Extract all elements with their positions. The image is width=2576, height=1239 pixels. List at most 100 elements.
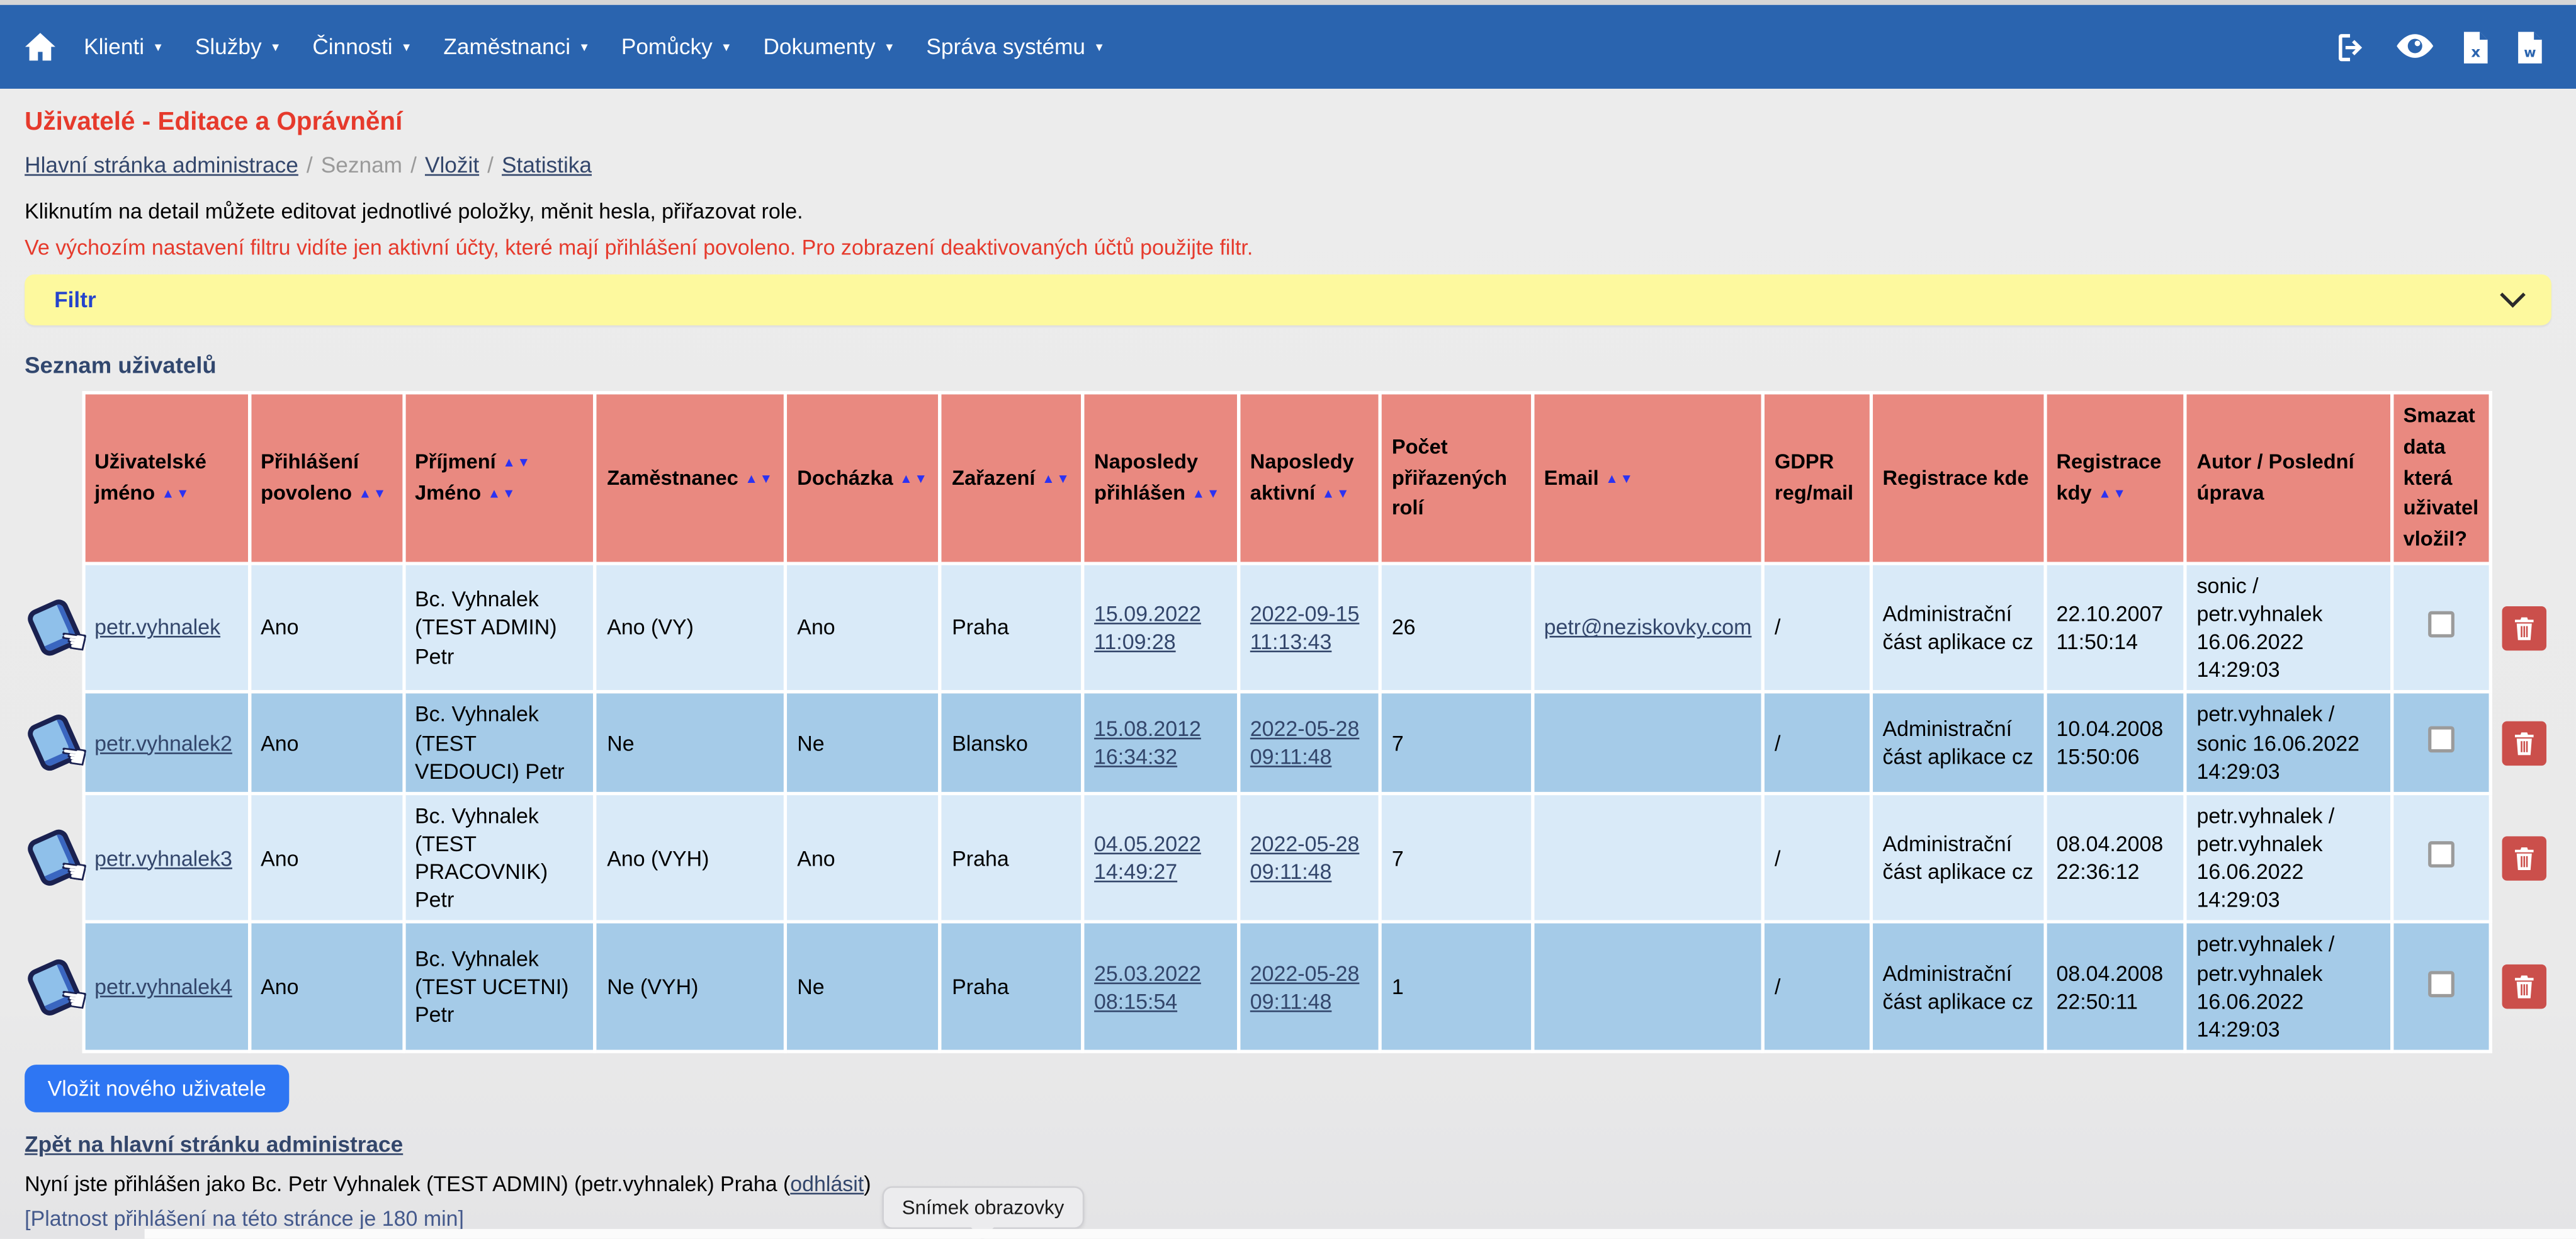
sort-icon[interactable]: ▲▼ [488,486,517,501]
intro-text: Kliknutím na detail můžete editovat jedn… [25,199,2551,223]
hand-cursor-icon: ☚ [58,737,88,778]
breadcrumb-link-vlozit[interactable]: Vložit [425,153,479,178]
cell-employee: Ano (VYH) [596,793,786,922]
sort-icon[interactable]: ▲▼ [502,455,532,470]
cell-registration-when: 22.10.2007 11:50:14 [2045,563,2185,692]
eye-icon[interactable] [2395,32,2435,62]
cell-author: petr.vyhnalek / petr.vyhnalek 16.06.2022… [2185,922,2392,1051]
back-to-admin-link[interactable]: Zpět na hlavní stránku administrace [25,1132,403,1157]
cell-placement: Blansko [941,693,1083,793]
logout-link[interactable]: odhlásit [790,1172,864,1196]
last-active-link[interactable]: 2022-05-28 09:11:48 [1250,716,1360,769]
breadcrumb-link-statistika[interactable]: Statistika [502,153,592,178]
filter-accordion[interactable]: Filtr [25,274,2551,325]
cell-registration-where: Administrační část aplikace cz [1871,922,2045,1051]
col-header-placement: Zařazení▲▼ [941,393,1083,563]
top-edge [0,0,2576,5]
edit-user-icon[interactable]: ☚ [26,596,81,659]
breadcrumb-link-admin-home[interactable]: Hlavní stránka administrace [25,153,298,178]
sort-icon[interactable]: ▲▼ [162,486,191,501]
cell-author: sonic / petr.vyhnalek 16.06.2022 14:29:0… [2185,563,2392,692]
nav-item-dokumenty[interactable]: Dokumenty▼ [763,35,895,59]
home-icon[interactable] [23,30,58,64]
excel-file-icon[interactable]: x [2463,30,2489,63]
col-header-last-active: Naposledy aktivní▲▼ [1239,393,1381,563]
sort-icon[interactable]: ▲▼ [1042,471,1071,485]
last-login-link[interactable]: 04.05.2022 14:49:27 [1094,832,1201,885]
delete-user-button[interactable] [2502,835,2546,880]
table-row: ☚ petr.vyhnalek Ano Bc. Vyhnalek (TEST A… [25,563,2551,692]
cell-email [1532,922,1763,1051]
col-header-login-allowed: Přihlášení povoleno▲▼ [249,393,404,563]
col-header-email: Email▲▼ [1532,393,1763,563]
edit-user-icon[interactable]: ☚ [26,956,81,1018]
username-link[interactable]: petr.vyhnalek3 [94,846,232,870]
hand-cursor-icon: ☚ [58,622,88,662]
table-row: ☚ petr.vyhnalek2 Ano Bc. Vyhnalek (TEST … [25,693,2551,793]
chevron-down-icon: ▼ [884,40,895,54]
delete-user-button[interactable] [2502,965,2546,1009]
word-file-icon[interactable]: w [2517,30,2543,63]
nav-item-klienti[interactable]: Klienti▼ [84,35,164,59]
cell-fullname: Bc. Vyhnalek (TEST PRACOVNIK) Petr [404,793,596,922]
nav-item-cinnosti[interactable]: Činnosti▼ [312,35,412,59]
nav-item-sprava-systemu[interactable]: Správa systému▼ [926,35,1105,59]
cell-attendance: Ano [786,563,941,692]
cell-placement: Praha [941,563,1083,692]
cell-gdpr: / [1763,793,1872,922]
last-active-link[interactable]: 2022-05-28 09:11:48 [1250,832,1360,885]
delete-user-button[interactable] [2502,606,2546,650]
cell-role-count: 7 [1381,693,1533,793]
sort-icon[interactable]: ▲▼ [1322,486,1352,501]
logout-icon[interactable] [2331,29,2367,65]
cell-registration-where: Administrační část aplikace cz [1871,563,2045,692]
last-login-link[interactable]: 25.03.2022 08:15:54 [1094,961,1201,1014]
email-link[interactable]: petr@neziskovky.com [1544,615,1752,640]
table-row: ☚ petr.vyhnalek4 Ano Bc. Vyhnalek (TEST … [25,922,2551,1051]
delete-data-checkbox[interactable] [2428,971,2455,997]
delete-data-checkbox[interactable] [2428,841,2455,868]
nav-item-zamestnanci[interactable]: Zaměstnanci▼ [443,35,590,59]
username-link[interactable]: petr.vyhnalek4 [94,975,232,999]
cell-placement: Praha [941,793,1083,922]
cell-login-allowed: Ano [249,693,404,793]
filter-label: Filtr [54,288,96,312]
add-user-button[interactable]: Vložit nového uživatele [25,1065,289,1112]
chevron-down-icon: ▼ [270,40,281,54]
col-header-employee: Zaměstnanec▲▼ [596,393,786,563]
nav-item-pomucky[interactable]: Pomůcky▼ [621,35,732,59]
sort-icon[interactable]: ▲▼ [745,471,774,485]
sort-icon[interactable]: ▲▼ [900,471,929,485]
last-login-link[interactable]: 15.08.2012 16:34:32 [1094,716,1201,769]
delete-data-checkbox[interactable] [2428,727,2455,753]
delete-user-button[interactable] [2502,721,2546,765]
screenshot-tooltip: Snímek obrazovky [884,1188,1082,1228]
edit-user-icon[interactable]: ☚ [26,827,81,889]
nav-item-sluzby[interactable]: Služby▼ [195,35,281,59]
chevron-down-icon: ▼ [1093,40,1105,54]
cell-attendance: Ano [786,793,941,922]
table-row: ☚ petr.vyhnalek3 Ano Bc. Vyhnalek (TEST … [25,793,2551,922]
sort-icon[interactable]: ▲▼ [1192,486,1222,501]
cell-registration-when: 08.04.2008 22:36:12 [2045,793,2185,922]
cell-author: petr.vyhnalek / petr.vyhnalek 16.06.2022… [2185,793,2392,922]
edit-user-icon[interactable]: ☚ [26,711,81,774]
username-link[interactable]: petr.vyhnalek [94,615,220,640]
delete-data-checkbox[interactable] [2428,611,2455,638]
cell-gdpr: / [1763,922,1872,1051]
last-login-link[interactable]: 15.09.2022 11:09:28 [1094,601,1201,654]
sort-icon[interactable]: ▲▼ [359,486,388,501]
last-active-link[interactable]: 2022-09-15 11:13:43 [1250,601,1360,654]
username-link[interactable]: petr.vyhnalek2 [94,730,232,755]
cell-gdpr: / [1763,563,1872,692]
last-active-link[interactable]: 2022-05-28 09:11:48 [1250,961,1360,1014]
cell-registration-when: 08.04.2008 22:50:11 [2045,922,2185,1051]
col-header-gdpr: GDPR reg/mail [1763,393,1872,563]
cell-fullname: Bc. Vyhnalek (TEST UCETNI) Petr [404,922,596,1051]
chevron-down-icon: ▼ [721,40,732,54]
col-header-registration-when: Registrace kdy▲▼ [2045,393,2185,563]
hand-cursor-icon: ☚ [58,852,88,893]
sort-icon[interactable]: ▲▼ [2098,486,2128,501]
cell-attendance: Ne [786,922,941,1051]
sort-icon[interactable]: ▲▼ [1605,471,1635,485]
